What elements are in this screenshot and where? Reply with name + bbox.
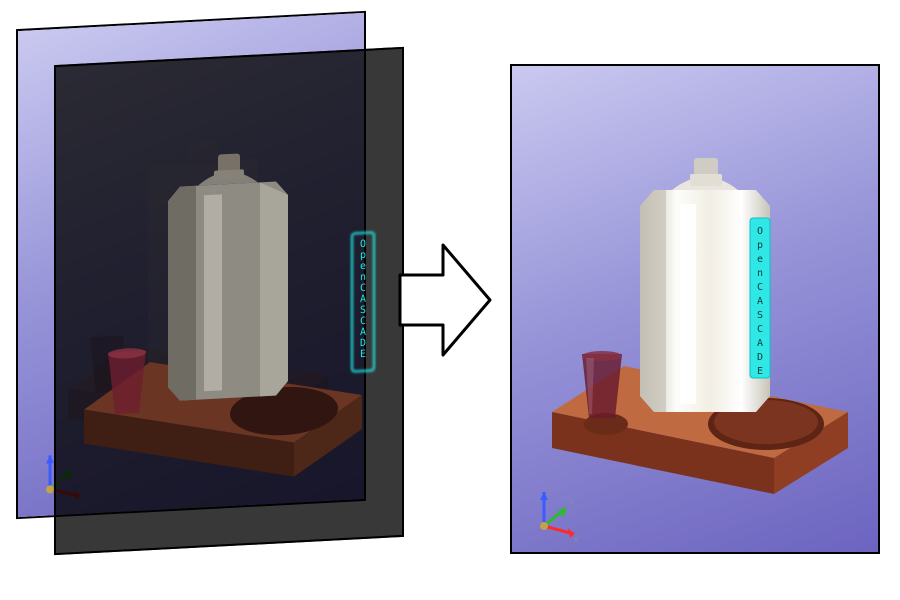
svg-text:O: O — [757, 226, 763, 237]
dark-layer-scene: Op en CA SC AD E — [56, 49, 406, 557]
svg-text:O: O — [360, 239, 366, 250]
svg-text:C: C — [360, 316, 366, 327]
right-viewport: Op en CA SC AD E — [512, 66, 878, 552]
svg-text:x: x — [574, 534, 579, 544]
axis-triad-right: x y z — [524, 482, 584, 542]
svg-text:p: p — [757, 240, 763, 251]
left-front-layer: Op en CA SC AD E — [54, 47, 404, 555]
transition-arrow-icon — [395, 230, 495, 370]
svg-text:y: y — [569, 496, 574, 506]
svg-text:C: C — [757, 324, 763, 335]
svg-text:e: e — [360, 261, 366, 272]
svg-text:n: n — [757, 268, 763, 279]
svg-text:A: A — [757, 296, 763, 307]
svg-text:C: C — [360, 283, 366, 294]
svg-text:S: S — [360, 305, 366, 316]
diagram-stage: x y z — [0, 0, 900, 600]
svg-text:p: p — [360, 250, 366, 261]
svg-text:E: E — [360, 349, 366, 360]
svg-text:C: C — [757, 282, 763, 293]
svg-text:D: D — [757, 352, 763, 363]
svg-text:n: n — [360, 272, 366, 283]
right-result-panel: Op en CA SC AD E — [510, 64, 880, 554]
svg-text:E: E — [757, 366, 763, 377]
svg-text:z: z — [548, 484, 553, 494]
svg-text:e: e — [757, 254, 763, 265]
svg-text:A: A — [360, 294, 366, 305]
svg-text:S: S — [757, 310, 763, 321]
svg-text:A: A — [757, 338, 763, 349]
svg-text:A: A — [360, 327, 366, 338]
neon-label: Op en CA SC AD E — [352, 232, 374, 371]
svg-text:D: D — [360, 338, 366, 349]
